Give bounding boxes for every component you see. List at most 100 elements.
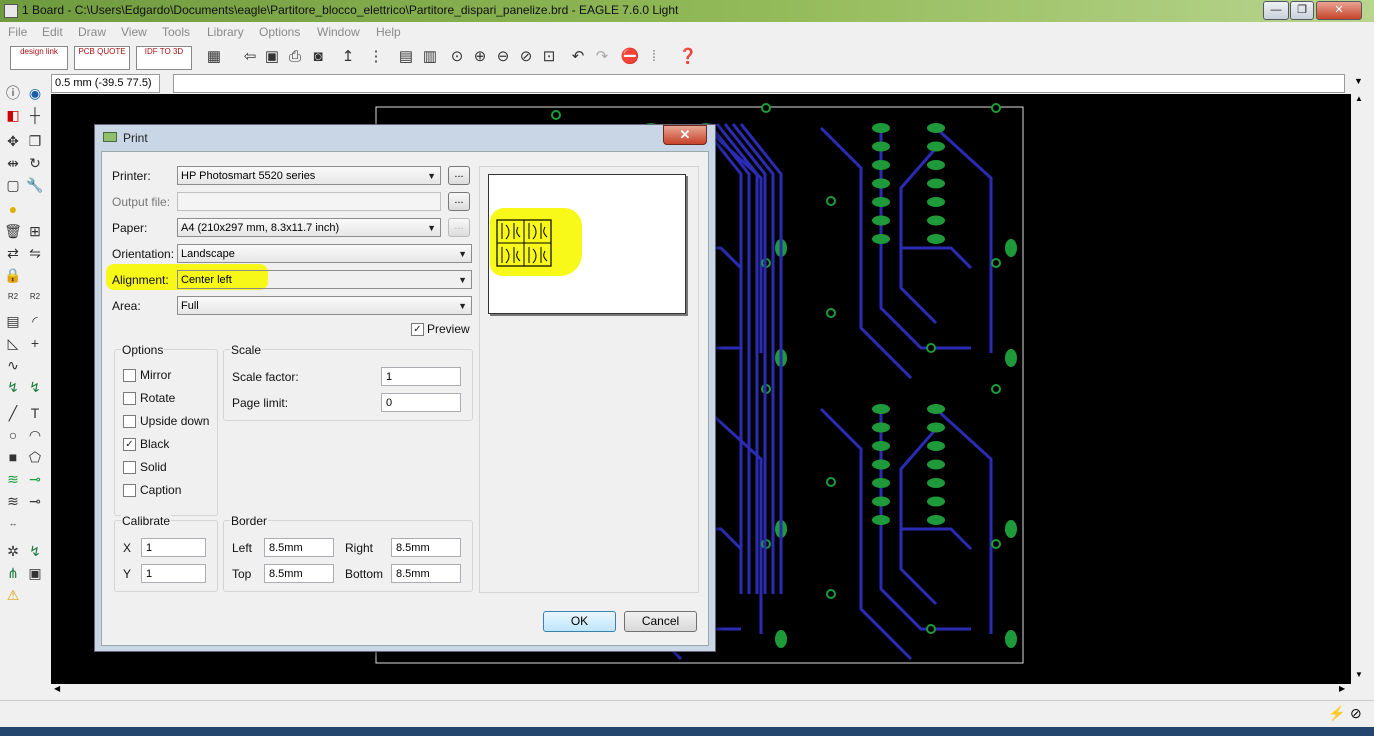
menu-file[interactable]: File — [8, 25, 27, 39]
mark-icon[interactable]: ┼ — [26, 106, 44, 124]
display-icon[interactable]: ◧ — [4, 106, 22, 124]
stop-command-icon[interactable]: ⊘ — [1350, 705, 1362, 722]
output-file-browse-button[interactable]: ... — [448, 192, 470, 211]
ratsnest-icon[interactable]: ✲ — [4, 542, 22, 560]
erc-icon[interactable]: ▣ — [26, 564, 44, 582]
vertical-scrollbar[interactable]: ▲ ▼ — [1351, 94, 1368, 684]
close-button[interactable]: ✕ — [1316, 1, 1362, 20]
horizontal-scrollbar[interactable]: ◀ ▶ — [51, 684, 1351, 698]
change-icon[interactable]: 🔧 — [26, 176, 44, 194]
attribute-icon[interactable]: ⊸ — [26, 492, 44, 510]
menu-draw[interactable]: Draw — [78, 25, 106, 39]
minimize-button[interactable]: — — [1263, 1, 1289, 20]
zoom-out-icon[interactable]: ⊖ — [493, 47, 513, 67]
rotate-checkbox[interactable] — [123, 392, 136, 405]
autorouter-icon[interactable]: ↯ — [26, 542, 44, 560]
miter-icon[interactable]: ◜ — [26, 312, 44, 330]
black-checkbox[interactable]: ✓ — [123, 438, 136, 451]
ripup-icon[interactable]: ↯ — [26, 378, 44, 396]
border-top-field[interactable]: 8.5mm — [264, 564, 334, 583]
drc-icon[interactable]: ⋔ — [4, 564, 22, 582]
upside-down-checkbox[interactable] — [123, 415, 136, 428]
paper-select[interactable]: A4 (210x297 mm, 8.3x11.7 inch) ▼ — [177, 218, 441, 237]
pcb-quote-button[interactable]: PCB QUOTE — [74, 46, 130, 70]
mirror-icon[interactable]: ⇹ — [4, 154, 22, 172]
alignment-select[interactable]: Center left ▼ — [177, 270, 472, 289]
scale-factor-field[interactable]: 1 — [381, 367, 461, 386]
calibrate-y-field[interactable]: 1 — [141, 564, 206, 583]
menu-tools[interactable]: Tools — [162, 25, 190, 39]
warning-icon[interactable]: ⚠ — [4, 586, 22, 604]
pinswap-icon[interactable]: ⇋ — [26, 244, 44, 262]
command-dropdown-icon[interactable]: ▼ — [1354, 76, 1363, 86]
ulp-icon[interactable]: ⋮ — [366, 47, 386, 67]
cancel-button[interactable]: Cancel — [624, 611, 697, 632]
copy-icon[interactable]: ❐ — [26, 132, 44, 150]
dialog-close-button[interactable]: ✕ — [663, 125, 707, 145]
menu-options[interactable]: Options — [259, 25, 300, 39]
signal-icon[interactable]: ⊸ — [26, 470, 44, 488]
grid-icon[interactable]: ▦ — [204, 47, 224, 67]
zoom-select-icon[interactable]: ⊡ — [539, 47, 559, 67]
board-icon[interactable]: ▥ — [420, 47, 440, 67]
value-icon[interactable]: R2 — [26, 288, 44, 306]
border-left-field[interactable]: 8.5mm — [264, 538, 334, 557]
zoom-redraw-icon[interactable]: ⊘ — [516, 47, 536, 67]
caption-checkbox[interactable] — [123, 484, 136, 497]
output-file-field[interactable] — [177, 192, 441, 211]
rect-icon[interactable]: ■ — [4, 448, 22, 466]
menu-edit[interactable]: Edit — [42, 25, 63, 39]
schematic-icon[interactable]: ▤ — [396, 47, 416, 67]
show-icon[interactable]: ◉ — [26, 84, 44, 102]
split-icon[interactable]: ◺ — [4, 334, 22, 352]
printer-select[interactable]: HP Photosmart 5520 series ▼ — [177, 166, 441, 185]
design-link-button[interactable]: design link — [10, 46, 68, 70]
zoom-in-icon[interactable]: ⊕ — [470, 47, 490, 67]
add-icon[interactable]: ⊞ — [26, 222, 44, 240]
text-icon[interactable]: T — [26, 404, 44, 422]
via-icon[interactable]: ≋ — [4, 470, 22, 488]
maximize-button[interactable]: ❐ — [1290, 1, 1314, 20]
idf-to-3d-button[interactable]: IDF TO 3D — [136, 46, 192, 70]
route-icon[interactable]: ↯ — [4, 378, 22, 396]
lock-icon[interactable]: 🔒 — [4, 266, 22, 284]
rotate-icon[interactable]: ↻ — [26, 154, 44, 172]
move-icon[interactable]: ✥ — [4, 132, 22, 150]
dimension-icon[interactable]: ↔ — [4, 514, 22, 532]
hole-icon[interactable]: ≋ — [4, 492, 22, 510]
replace-icon[interactable]: ⇄ — [4, 244, 22, 262]
ok-button[interactable]: OK — [543, 611, 616, 632]
mirror-checkbox[interactable] — [123, 369, 136, 382]
optimize-icon[interactable]: + — [26, 334, 44, 352]
go-icon[interactable]: ⁞ — [644, 47, 664, 67]
meander-icon[interactable]: ∿ — [4, 356, 22, 374]
calibrate-x-field[interactable]: 1 — [141, 538, 206, 557]
menu-help[interactable]: Help — [376, 25, 401, 39]
help-icon[interactable]: ❓ — [678, 47, 698, 67]
preview-checkbox[interactable]: ✓ — [411, 323, 424, 336]
solid-checkbox[interactable] — [123, 461, 136, 474]
menu-view[interactable]: View — [121, 25, 147, 39]
zoom-fit-icon[interactable]: ⊙ — [447, 47, 467, 67]
stop-icon[interactable]: ⛔ — [620, 47, 640, 67]
group-icon[interactable]: ▢ — [4, 176, 22, 194]
undo-icon[interactable]: ↶ — [568, 47, 588, 67]
circle-icon[interactable]: ○ — [4, 426, 22, 444]
border-right-field[interactable]: 8.5mm — [391, 538, 461, 557]
area-select[interactable]: Full ▼ — [177, 296, 472, 315]
printer-properties-button[interactable]: ... — [448, 166, 470, 185]
print-icon[interactable]: ⎙ — [285, 47, 305, 67]
wire-icon[interactable]: ╱ — [4, 404, 22, 422]
polygon-icon[interactable]: ⬠ — [26, 448, 44, 466]
name-icon[interactable]: R2 — [4, 288, 22, 306]
cam-icon[interactable]: ◙ — [308, 47, 328, 67]
delete-icon[interactable]: 🗑 — [4, 222, 22, 240]
info-icon[interactable]: ⓘ — [4, 84, 22, 102]
page-limit-field[interactable]: 0 — [381, 393, 461, 412]
menu-window[interactable]: Window — [317, 25, 360, 39]
menu-library[interactable]: Library — [207, 25, 244, 39]
paper-browse-button[interactable]: ... — [448, 218, 470, 237]
paste-icon[interactable]: ● — [4, 200, 22, 218]
script-icon[interactable]: ↥ — [338, 47, 358, 67]
command-line-input[interactable] — [173, 74, 1345, 93]
